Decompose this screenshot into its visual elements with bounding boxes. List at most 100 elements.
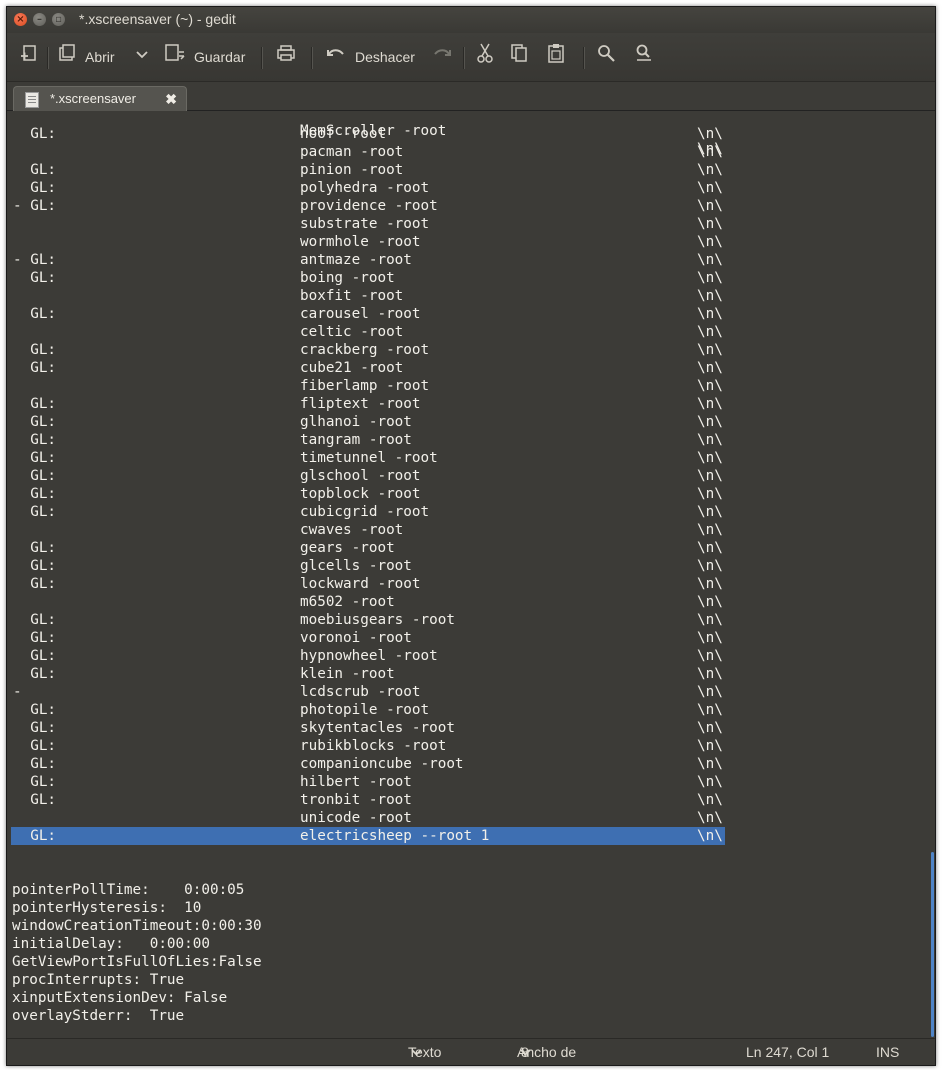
line-end: \n\ xyxy=(697,432,723,448)
line-end: \n\ xyxy=(697,234,723,250)
editor-line: boxfit -root \n\ xyxy=(7,287,929,305)
line-end: \n\ xyxy=(697,324,723,340)
line-program: gears -root xyxy=(300,540,395,556)
line-end: \n\ xyxy=(697,684,723,700)
line-prefix: GL: xyxy=(13,558,57,574)
editor-line: GL: skytentacles -root \n\ xyxy=(7,719,929,737)
line-program: lcdscrub -root xyxy=(300,684,421,700)
line-prefix: - GL: xyxy=(13,198,57,214)
scrollbar-thumb[interactable] xyxy=(931,852,934,1037)
line-end: \n\ xyxy=(697,378,723,394)
window-title: *.xscreensaver (~) - gedit xyxy=(79,11,236,27)
line-end: \n\ xyxy=(697,522,723,538)
open-button[interactable]: Abrir xyxy=(57,43,115,71)
line-program: wormhole -root xyxy=(300,234,421,250)
editor-line: GL: carousel -root \n\ xyxy=(7,305,929,323)
setting-text: windowCreationTimeout:0:00:30 xyxy=(12,918,262,934)
editor-line: GL: fliptext -root \n\ xyxy=(7,395,929,413)
line-prefix: GL: xyxy=(13,414,57,430)
line-prefix: GL: xyxy=(13,576,57,592)
settings-line: pointerHysteresis: 10 xyxy=(7,899,929,917)
editor-line: GL: tangram -root \n\ xyxy=(7,431,929,449)
setting-text: initialDelay: 0:00:00 xyxy=(12,936,210,952)
insert-mode[interactable]: INS xyxy=(876,1039,899,1065)
editor-line: GL: companioncube -root \n\ xyxy=(7,755,929,773)
editor-line: GL: cube21 -root \n\ xyxy=(7,359,929,377)
open-recent-dropdown[interactable] xyxy=(135,45,149,69)
line-program: glhanoi -root xyxy=(300,414,412,430)
redo-icon xyxy=(431,43,453,71)
line-program: carousel -root xyxy=(300,306,421,322)
line-prefix: GL: xyxy=(13,162,57,178)
line-program: electricsheep --root 1 xyxy=(300,828,490,844)
line-prefix: GL: xyxy=(13,396,57,412)
editor-line: GL: noof -root \n\ xyxy=(7,125,929,143)
line-program: klein -root xyxy=(300,666,395,682)
editor-line: GL: hypnowheel -root \n\ xyxy=(7,647,929,665)
text-editor[interactable]: MemScroller -root \n\ GL: noof -root \n\ pa… xyxy=(7,111,929,1037)
find-button[interactable] xyxy=(596,45,616,69)
line-prefix: GL: xyxy=(13,540,57,556)
undo-label: Deshacer xyxy=(355,49,415,65)
line-prefix: GL: xyxy=(13,180,57,196)
close-window-icon[interactable]: × xyxy=(14,13,27,26)
line-end: \n\ xyxy=(697,576,723,592)
editor-line: GL: tronbit -root \n\ xyxy=(7,791,929,809)
open-icon xyxy=(57,43,77,71)
line-prefix: GL: xyxy=(13,270,57,286)
line-end: \n\ xyxy=(697,144,723,160)
editor-line: wormhole -root \n\ xyxy=(7,233,929,251)
new-document-button[interactable] xyxy=(19,45,39,69)
settings-line: pointerPollTime: 0:00:05 xyxy=(7,881,929,899)
cut-button[interactable] xyxy=(475,43,495,69)
status-bar: Texto plano Ancho de la tabulación: 8 Ln… xyxy=(7,1038,935,1065)
chevron-down-icon xyxy=(517,1039,531,1065)
line-end: \n\ xyxy=(697,450,723,466)
line-program: crackberg -root xyxy=(300,342,430,358)
line-prefix: GL: xyxy=(13,126,57,142)
editor-line: GL: gears -root \n\ xyxy=(7,539,929,557)
line-end: \n\ xyxy=(697,774,723,790)
toolbar-separator xyxy=(311,47,313,69)
editor-line: GL: hilbert -root \n\ xyxy=(7,773,929,791)
editor-line: GL: voronoi -root \n\ xyxy=(7,629,929,647)
close-tab-icon[interactable]: ✖ xyxy=(165,87,177,111)
line-program: antmaze -root xyxy=(300,252,412,268)
toolbar-separator xyxy=(47,47,49,69)
editor-line: cwaves -root \n\ xyxy=(7,521,929,539)
line-program: cube21 -root xyxy=(300,360,404,376)
line-end: \n\ xyxy=(697,360,723,376)
maximize-window-icon[interactable]: ▫ xyxy=(52,13,65,26)
editor-line: - GL: antmaze -root \n\ xyxy=(7,251,929,269)
text-file-icon xyxy=(25,92,39,108)
editor-line: - lcdscrub -root \n\ xyxy=(7,683,929,701)
copy-icon xyxy=(509,42,529,72)
editor-line: GL: timetunnel -root \n\ xyxy=(7,449,929,467)
editor-line: GL: glcells -root \n\ xyxy=(7,557,929,575)
setting-text: pointerHysteresis: 10 xyxy=(12,900,202,916)
paste-button[interactable] xyxy=(546,44,566,69)
print-button[interactable] xyxy=(275,45,297,69)
save-button[interactable]: Guardar xyxy=(164,44,245,69)
editor-line: GL: crackberg -root \n\ xyxy=(7,341,929,359)
find-replace-button[interactable] xyxy=(634,44,654,69)
line-program: tronbit -root xyxy=(300,792,412,808)
toolbar-separator xyxy=(463,47,465,69)
editor-line: m6502 -root \n\ xyxy=(7,593,929,611)
line-end: \n\ xyxy=(697,180,723,196)
line-program: polyhedra -root xyxy=(300,180,430,196)
minimize-window-icon[interactable]: – xyxy=(33,13,46,26)
line-program: fiberlamp -root xyxy=(300,378,430,394)
line-program: pinion -root xyxy=(300,162,404,178)
undo-button[interactable]: Deshacer xyxy=(325,45,415,69)
line-end: \n\ xyxy=(697,270,723,286)
copy-button[interactable] xyxy=(509,42,529,72)
line-prefix: GL: xyxy=(13,720,57,736)
line-program: celtic -root xyxy=(300,324,404,340)
redo-button[interactable] xyxy=(431,45,453,69)
line-end: \n\ xyxy=(697,612,723,628)
tab-xscreensaver[interactable]: *.xscreensaver ✖ xyxy=(13,86,187,111)
line-prefix: GL: xyxy=(13,612,57,628)
gedit-window: × – ▫ *.xscreensaver (~) - gedit Abrir G… xyxy=(6,6,936,1066)
line-prefix: GL: xyxy=(13,666,57,682)
